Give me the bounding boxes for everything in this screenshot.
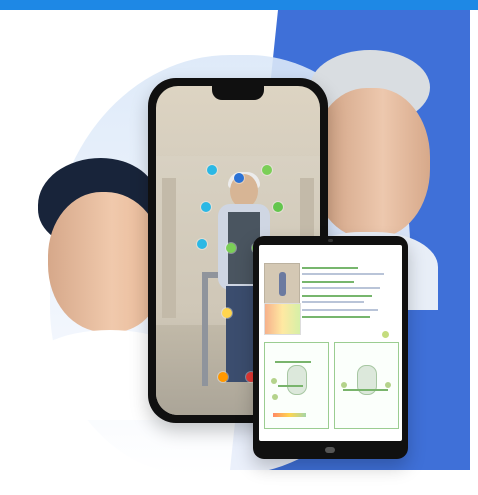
tablet-home-button[interactable]	[325, 447, 335, 453]
pose-joint-left-knee	[222, 308, 232, 318]
app-stage	[0, 0, 478, 495]
right-analysis-dot	[341, 382, 347, 388]
pose-joint-left-hip	[226, 243, 236, 253]
report-text-line	[302, 295, 372, 297]
walker-left-leg	[202, 276, 208, 386]
tablet-device	[253, 236, 408, 459]
thumbnail-patient-figure	[279, 272, 286, 296]
phone-notch	[212, 86, 264, 100]
tablet-report-screen	[259, 245, 402, 441]
pose-joint-left-ankle	[218, 372, 228, 382]
pose-joint-right-elbow	[273, 202, 283, 212]
report-text-line	[302, 281, 354, 283]
pose-joint-right-shoulder	[262, 165, 272, 175]
report-text-line	[302, 301, 364, 303]
report-text-line	[302, 287, 380, 289]
right-analysis-section	[334, 342, 399, 429]
patient-thumbnail	[264, 263, 300, 305]
left-analysis-line	[278, 385, 303, 387]
left-analysis-dot	[271, 378, 277, 384]
left-corridor-wall	[162, 178, 176, 318]
left-analysis-dot	[272, 394, 278, 400]
right-analysis-dot	[385, 382, 391, 388]
report-text-line	[302, 273, 384, 275]
pose-joint-left-elbow	[201, 202, 211, 212]
pose-joint-neck	[234, 173, 244, 183]
status-chip	[382, 331, 389, 338]
assessment-heatmap	[264, 303, 301, 335]
pose-joint-left-shoulder	[207, 165, 217, 175]
report-text-line	[302, 267, 358, 269]
older-man-face	[312, 88, 430, 238]
report-text-line	[302, 316, 370, 318]
left-analysis-line	[275, 361, 311, 363]
report-text-line	[302, 309, 378, 311]
assessment-meter	[273, 413, 306, 417]
report-header	[265, 252, 396, 262]
right-analysis-line	[343, 389, 388, 391]
left-analysis-figure	[287, 365, 307, 395]
young-man-face	[48, 192, 164, 332]
top-accent-bar	[0, 0, 478, 10]
pose-joint-left-wrist	[197, 239, 207, 249]
tablet-camera	[328, 239, 333, 242]
